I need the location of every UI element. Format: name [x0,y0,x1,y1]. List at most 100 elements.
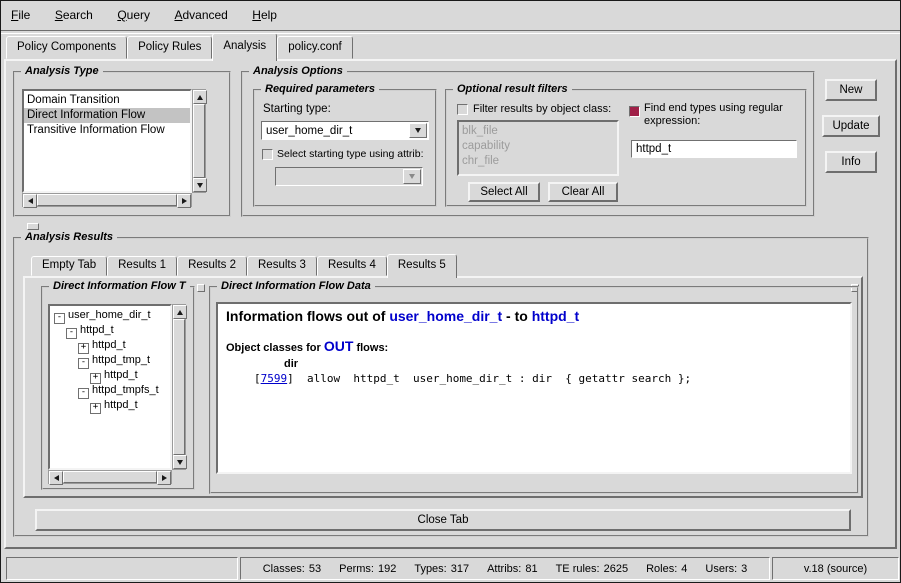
tree-node-label[interactable]: httpd_t [104,399,138,411]
tab-results-2[interactable]: Results 2 [177,256,247,276]
tab-policy-rules[interactable]: Policy Rules [127,36,212,59]
stat-attribs: Attribs:81 [487,563,537,575]
listbox-item-domain-transition[interactable]: Domain Transition [24,93,190,108]
scroll-left-button[interactable] [23,194,37,208]
results-tab-bar: Empty Tab Results 1 Results 2 Results 3 … [31,255,457,276]
optional-result-filters-group: Optional result filters Filter results b… [445,89,807,207]
analysis-type-title: Analysis Type [21,65,103,77]
tree-vertical-scrollbar[interactable] [172,304,186,470]
tree-node[interactable]: +httpd_t [52,338,168,353]
main-tab-bar: Policy Components Policy Rules Analysis … [6,34,353,59]
tree-node-label[interactable]: httpd_tmp_t [92,354,150,366]
left-arrow-icon [28,198,33,204]
tab-results-3[interactable]: Results 3 [247,256,317,276]
flow-tree[interactable]: -user_home_dir_t -httpd_t +httpd_t -http… [48,304,172,470]
chevron-down-icon [415,128,421,133]
tree-node-label[interactable]: httpd_t [80,324,114,336]
flow-tree-group: Direct Information Flow T -user_home_dir… [41,286,195,490]
info-button[interactable]: Info [825,151,877,173]
tab-policy-conf[interactable]: policy.conf [277,36,352,59]
analysis-type-listbox[interactable]: Domain Transition Direct Information Flo… [22,89,192,193]
clear-all-button[interactable]: Clear All [548,182,618,202]
analysis-page: Analysis Type Domain Transition Direct I… [4,59,897,549]
flow-data-textarea[interactable]: Information flows out of user_home_dir_t… [216,302,852,474]
tab-analysis[interactable]: Analysis [212,33,277,61]
tree-expander-icon[interactable]: - [54,313,65,324]
tab-empty-tab[interactable]: Empty Tab [31,256,107,276]
filter-object-class-checkbox[interactable] [457,104,468,115]
sash-handle[interactable] [197,284,205,292]
tree-node-label[interactable]: httpd_tmpfs_t [92,384,159,396]
close-tab-button[interactable]: Close Tab [35,509,851,531]
scroll-down-button[interactable] [193,178,207,192]
tree-node-label[interactable]: httpd_t [104,369,138,381]
menu-item-file[interactable]: File [1,1,40,30]
scrollbar-thumb[interactable] [63,471,157,483]
left-arrow-icon [54,475,59,481]
update-button[interactable]: Update [822,115,880,137]
attrib-checkbox[interactable] [262,149,273,160]
tree-node[interactable]: +httpd_t [52,398,168,413]
analysis-results-group: Analysis Results Empty Tab Results 1 Res… [13,237,869,537]
tree-expander-icon[interactable]: - [78,358,89,369]
regex-checkbox[interactable] [629,106,640,117]
tree-node[interactable]: -httpd_tmp_t [52,353,168,368]
object-class-listbox-disabled: blk_file capability chr_file [457,120,619,176]
tab-results-5[interactable]: Results 5 [387,254,457,278]
stat-users: Users:3 [705,563,747,575]
scrollbar-thumb[interactable] [37,194,177,206]
scroll-up-button[interactable] [193,90,207,104]
tree-horizontal-scrollbar[interactable] [48,470,172,484]
flow-target-type: httpd_t [532,308,579,324]
analysis-results-title: Analysis Results [21,231,117,243]
select-all-button[interactable]: Select All [468,182,540,202]
rule-number-link[interactable]: 7599 [261,372,288,385]
tree-node-label[interactable]: httpd_t [92,339,126,351]
tab-results-4[interactable]: Results 4 [317,256,387,276]
up-arrow-icon [177,310,183,315]
sash-handle[interactable] [27,223,39,230]
menu-item-query[interactable]: Query [107,1,160,30]
menu-item-help[interactable]: Help [242,1,287,30]
scroll-right-button[interactable] [157,471,171,485]
stat-perms: Perms:192 [339,563,396,575]
attrib-combobox-disabled [275,167,423,186]
tab-policy-components[interactable]: Policy Components [6,36,127,59]
scroll-right-button[interactable] [177,194,191,208]
menu-item-advanced[interactable]: Advanced [164,1,237,30]
scrollbar-thumb[interactable] [193,104,205,178]
analysis-options-group: Analysis Options Required parameters Sta… [241,71,815,217]
optional-result-filters-title: Optional result filters [453,83,572,95]
tree-node[interactable]: +httpd_t [52,368,168,383]
scroll-up-button[interactable] [173,305,187,319]
tree-node[interactable]: -httpd_t [52,323,168,338]
required-parameters-group: Required parameters Starting type: Selec… [253,89,437,207]
listbox-item-transitive-information-flow[interactable]: Transitive Information Flow [24,123,190,138]
regex-input[interactable] [634,142,794,156]
regex-entry[interactable] [631,140,797,158]
tree-node-label[interactable]: user_home_dir_t [68,309,151,321]
listbox-item-direct-information-flow[interactable]: Direct Information Flow [24,108,190,123]
object-classes-line: Object classes for OUT flows: [226,338,842,354]
starting-type-input[interactable] [264,124,412,137]
tree-expander-icon[interactable]: - [66,328,77,339]
starting-type-combobox[interactable] [261,121,429,140]
object-class-item: capability [459,139,617,154]
tree-expander-icon[interactable]: + [90,403,101,414]
scrollbar-thumb[interactable] [173,319,185,455]
scroll-left-button[interactable] [49,471,63,485]
new-button[interactable]: New [825,79,877,101]
scroll-down-button[interactable] [173,455,187,469]
flow-source-type: user_home_dir_t [389,308,502,324]
menu-item-search[interactable]: Search [45,1,103,30]
analysis-type-horizontal-scrollbar[interactable] [22,193,192,207]
chevron-down-icon [409,174,415,179]
tree-node[interactable]: -user_home_dir_t [52,308,168,323]
tab-results-1[interactable]: Results 1 [107,256,177,276]
tree-expander-icon[interactable]: - [78,388,89,399]
combobox-arrow-button[interactable] [409,123,427,138]
tree-node[interactable]: -httpd_tmpfs_t [52,383,168,398]
flow-data-title: Direct Information Flow Data [217,280,375,292]
up-arrow-icon [197,95,203,100]
analysis-type-vertical-scrollbar[interactable] [192,89,206,193]
